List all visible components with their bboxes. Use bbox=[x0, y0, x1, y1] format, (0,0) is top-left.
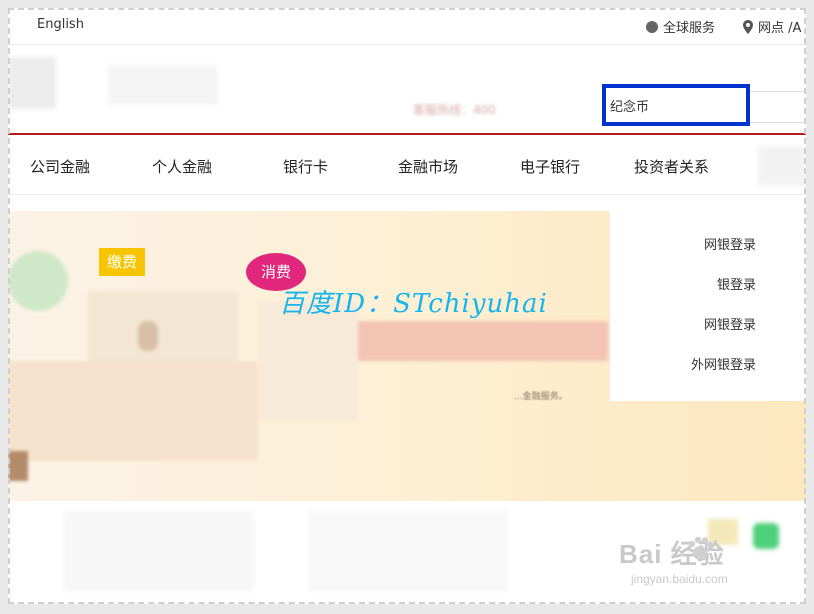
global-service-label: 全球服务 bbox=[663, 21, 716, 36]
location-pin-icon bbox=[743, 19, 753, 34]
nav-item-markets[interactable]: 金融市场 bbox=[398, 156, 458, 177]
blurred-block bbox=[758, 146, 806, 186]
search-box[interactable] bbox=[602, 84, 750, 126]
blurred-logo bbox=[8, 57, 56, 109]
browser-viewport: English 全球服务 网点 /A 客服热线：400 公司金融 个人金融 银行… bbox=[8, 8, 806, 604]
english-link[interactable]: English bbox=[37, 17, 84, 32]
nav-item-personal[interactable]: 个人金融 bbox=[152, 156, 212, 177]
login-link-2[interactable]: 银登录 bbox=[717, 274, 756, 293]
blurred-block bbox=[64, 511, 254, 591]
site-header: 客服热线：400 bbox=[8, 45, 806, 135]
pay-tag: 缴费 bbox=[99, 248, 145, 276]
globe-icon bbox=[646, 20, 658, 33]
branch-label: 网点 /A bbox=[758, 21, 802, 36]
author-watermark: 百度ID：STchiyuhai bbox=[279, 289, 548, 319]
blurred-art bbox=[8, 451, 28, 481]
nav-item-ebanking[interactable]: 电子银行 bbox=[520, 156, 580, 177]
login-link-1[interactable]: 网银登录 bbox=[704, 234, 756, 253]
baidu-url: jingyan.baidu.com bbox=[631, 572, 728, 586]
branch-link[interactable]: 网点 /A bbox=[743, 17, 801, 36]
paw-icon bbox=[688, 536, 714, 560]
nav-item-cards[interactable]: 银行卡 bbox=[283, 156, 328, 177]
nav-item-investors[interactable]: 投资者关系 bbox=[634, 156, 709, 177]
blurred-art bbox=[8, 251, 68, 311]
login-link-3[interactable]: 网银登录 bbox=[704, 314, 756, 333]
top-utility-bar: English 全球服务 网点 /A bbox=[8, 8, 806, 45]
global-service-link[interactable]: 全球服务 bbox=[646, 17, 715, 36]
blurred-block bbox=[308, 511, 508, 591]
search-button[interactable] bbox=[750, 91, 806, 123]
blurred-art bbox=[8, 361, 258, 461]
banner-subtext: ...金融服务。 bbox=[514, 392, 568, 402]
hotline-text: 客服热线：400 bbox=[413, 103, 496, 117]
blurred-block bbox=[108, 65, 218, 105]
search-input[interactable] bbox=[610, 98, 740, 113]
blurred-figure bbox=[138, 321, 158, 351]
main-nav: 公司金融 个人金融 银行卡 金融市场 电子银行 投资者关系 bbox=[8, 136, 806, 195]
login-link-4[interactable]: 外网银登录 bbox=[691, 354, 756, 373]
blurred-headline bbox=[358, 321, 608, 361]
nav-item-corporate[interactable]: 公司金融 bbox=[30, 156, 90, 177]
login-panel: 网银登录 银登录 网银登录 外网银登录 bbox=[610, 211, 806, 401]
header-divider bbox=[8, 133, 806, 135]
baidu-jingyan-watermark: Bai 经验 jingyan.baidu.com bbox=[619, 520, 799, 592]
